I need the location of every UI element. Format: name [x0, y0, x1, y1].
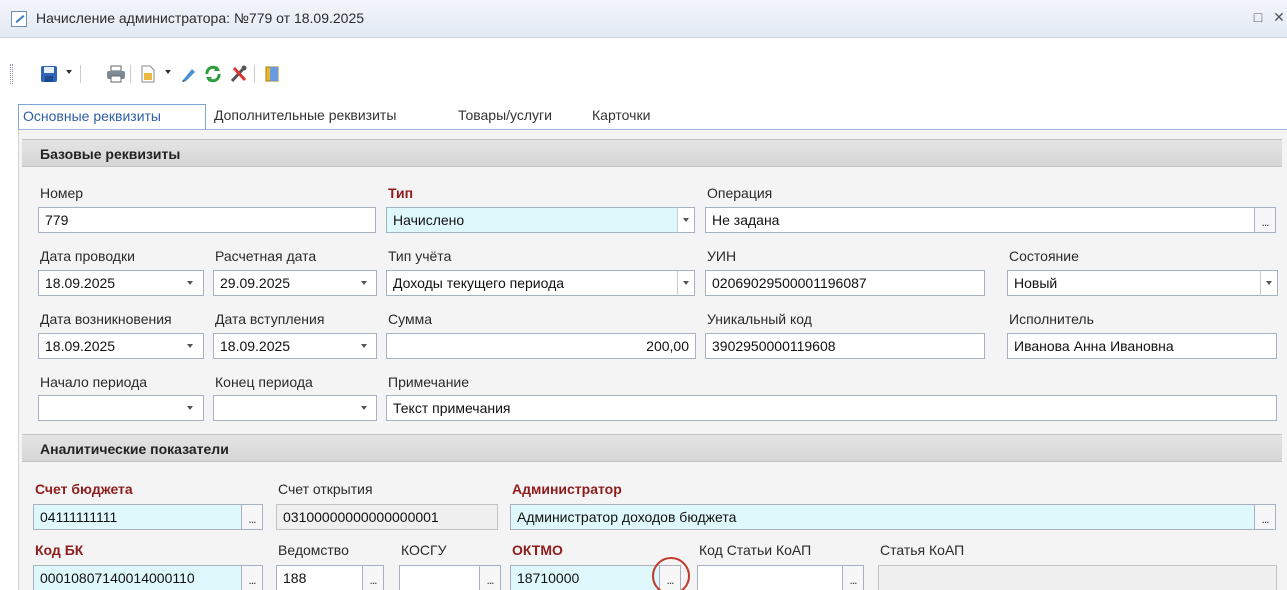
document-icon[interactable] — [137, 63, 159, 85]
type-dropdown-icon[interactable] — [677, 207, 695, 233]
posting-date-dropdown-icon[interactable] — [181, 270, 199, 296]
kosgu-ellipsis-button[interactable]: ... — [479, 565, 501, 590]
label-koap-code: Код Статьи КоАП — [699, 542, 812, 558]
label-status: Состояние — [1009, 248, 1079, 264]
budget-account-field[interactable]: 04111111111 — [33, 504, 242, 530]
label-period-start: Начало периода — [40, 374, 148, 390]
toolbar-separator — [130, 65, 131, 83]
kbk-ellipsis-button[interactable]: ... — [241, 565, 263, 590]
label-uin: УИН — [707, 248, 737, 264]
toolbar-separator — [80, 65, 81, 83]
label-origin-date: Дата возникновения — [40, 311, 172, 327]
status-select[interactable]: Новый — [1007, 270, 1267, 296]
origin-date-dropdown-icon[interactable] — [181, 333, 199, 359]
label-number: Номер — [40, 185, 84, 201]
label-koap-article: Статья КоАП — [880, 542, 965, 558]
title-bar: Начисление администратора: №779 от 18.09… — [0, 0, 1287, 38]
period-end-dropdown-icon[interactable] — [355, 395, 373, 421]
label-budget-account: Счет бюджета — [35, 481, 133, 497]
section-header-basic: Базовые реквизиты — [22, 139, 1282, 167]
uin-field[interactable]: 02069029500001196087 — [705, 270, 985, 296]
label-kosgu: КОСГУ — [401, 542, 447, 558]
highlight-annotation — [652, 557, 690, 590]
operation-ellipsis-button[interactable]: ... — [1254, 207, 1276, 233]
label-amount: Сумма — [388, 311, 432, 327]
label-effective-date: Дата вступления — [215, 311, 325, 327]
effective-date-field[interactable]: 18.09.2025 — [213, 333, 377, 359]
administrator-ellipsis-button[interactable]: ... — [1254, 504, 1276, 530]
executor-field[interactable]: Иванова Анна Ивановна — [1007, 333, 1277, 359]
koap-article-field — [878, 565, 1277, 590]
posting-date-field[interactable]: 18.09.2025 — [38, 270, 204, 296]
tab-cards[interactable]: Карточки — [588, 104, 672, 129]
label-department: Ведомство — [278, 542, 349, 558]
period-start-dropdown-icon[interactable] — [181, 395, 199, 421]
edit-document-icon — [11, 11, 27, 27]
label-executor: Исполнитель — [1009, 311, 1094, 327]
exit-icon[interactable] — [261, 63, 283, 85]
label-kbk: Код БК — [35, 542, 84, 558]
accounting-type-select[interactable]: Доходы текущего периода — [386, 270, 678, 296]
tab-additional-details[interactable]: Дополнительные реквизиты — [210, 104, 446, 129]
budget-account-ellipsis-button[interactable]: ... — [241, 504, 263, 530]
print-icon[interactable] — [105, 63, 127, 85]
window-title: Начисление администратора: №779 от 18.09… — [36, 10, 365, 26]
department-ellipsis-button[interactable]: ... — [362, 565, 384, 590]
oktmo-field[interactable]: 18710000 — [510, 565, 660, 590]
origin-date-field[interactable]: 18.09.2025 — [38, 333, 204, 359]
department-field[interactable]: 188 — [276, 565, 363, 590]
label-unique-code: Уникальный код — [707, 311, 812, 327]
period-start-field[interactable] — [38, 395, 204, 421]
kbk-field[interactable]: 00010807140014000110 — [33, 565, 242, 590]
type-select[interactable]: Начислено — [386, 207, 678, 233]
toolbar — [0, 56, 1287, 92]
toolbar-separator — [254, 65, 255, 83]
opening-account-field: 03100000000000000001 — [276, 504, 498, 530]
section-header-analytics: Аналитические показатели — [22, 434, 1282, 462]
koap-code-field[interactable] — [697, 565, 843, 590]
label-posting-date: Дата проводки — [40, 248, 135, 264]
calc-date-field[interactable]: 29.09.2025 — [213, 270, 377, 296]
effective-date-dropdown-icon[interactable] — [355, 333, 373, 359]
kosgu-field[interactable] — [399, 565, 480, 590]
number-field[interactable]: 779 — [38, 207, 376, 233]
accounting-type-dropdown-icon[interactable] — [677, 270, 695, 296]
toolbar-grip[interactable] — [10, 64, 13, 84]
calc-date-dropdown-icon[interactable] — [355, 270, 373, 296]
label-note: Примечание — [388, 374, 470, 390]
restore-icon[interactable]: □ — [1250, 9, 1266, 25]
save-icon[interactable] — [38, 63, 60, 85]
amount-field[interactable]: 200,00 — [386, 333, 696, 359]
tab-goods-services[interactable]: Товары/услуги — [454, 104, 584, 129]
tab-main-details[interactable]: Основные реквизиты — [18, 104, 206, 129]
label-administrator: Администратор — [512, 481, 622, 497]
label-oktmo: ОКТМО — [512, 542, 563, 558]
document-dropdown-icon[interactable] — [165, 70, 171, 74]
tools-icon[interactable] — [228, 63, 250, 85]
refresh-icon[interactable] — [202, 63, 224, 85]
label-calc-date: Расчетная дата — [215, 248, 317, 264]
close-icon[interactable]: ✕ — [1271, 9, 1287, 26]
label-type: Тип — [388, 185, 414, 201]
status-dropdown-icon[interactable] — [1260, 270, 1278, 296]
administrator-field[interactable]: Администратор доходов бюджета — [510, 504, 1255, 530]
operation-field[interactable]: Не задана — [705, 207, 1255, 233]
label-accounting-type: Тип учёта — [388, 248, 452, 264]
label-period-end: Конец периода — [215, 374, 313, 390]
pencil-icon[interactable] — [178, 63, 200, 85]
koap-code-ellipsis-button[interactable]: ... — [842, 565, 864, 590]
save-dropdown-icon[interactable] — [66, 70, 72, 74]
note-field[interactable]: Текст примечания — [386, 395, 1277, 421]
period-end-field[interactable] — [213, 395, 377, 421]
label-opening-account: Счет открытия — [278, 481, 373, 497]
label-operation: Операция — [707, 185, 773, 201]
unique-code-field[interactable]: 3902950000119608 — [705, 333, 985, 359]
